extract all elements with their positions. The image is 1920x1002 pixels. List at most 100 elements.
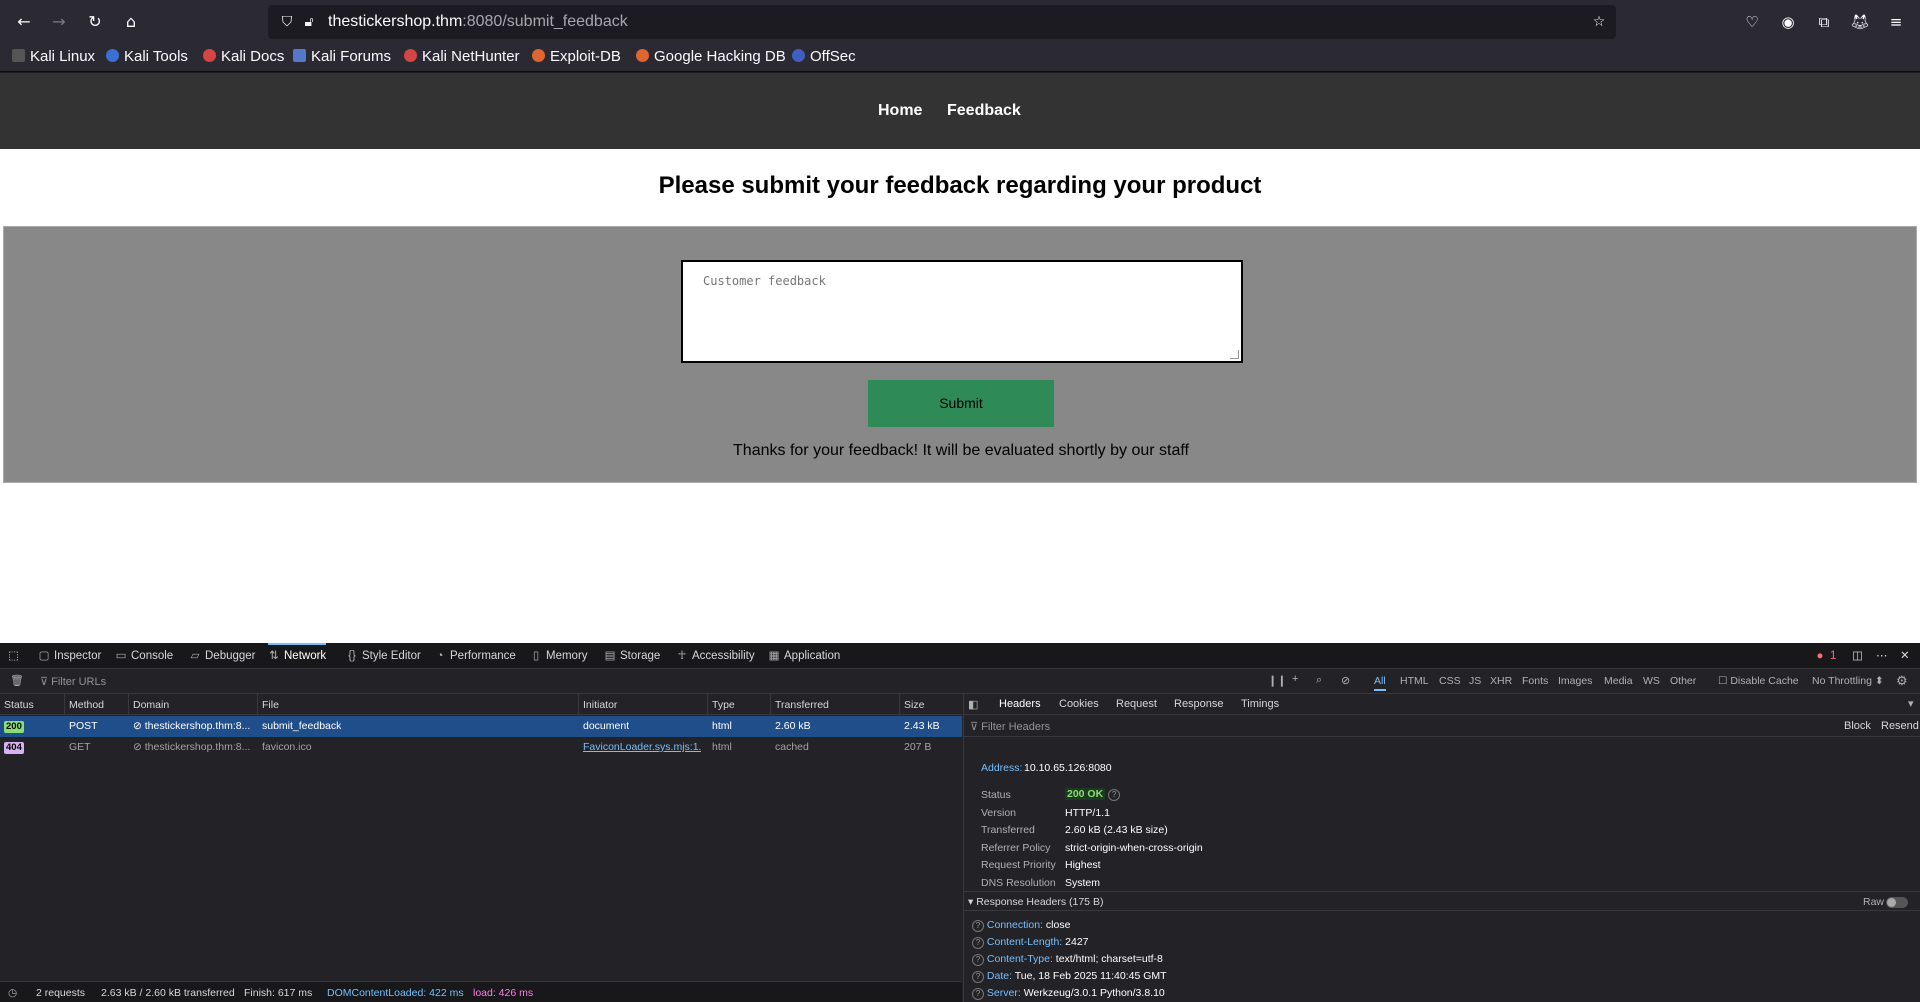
tab-headers[interactable]: Headers (999, 698, 1041, 710)
tab-cookies[interactable]: Cookies (1059, 698, 1099, 710)
col-initiator[interactable]: Initiator (583, 699, 617, 711)
help-icon[interactable]: ? (1108, 789, 1121, 801)
filter-xhr[interactable]: XHR (1490, 675, 1512, 687)
tab-performance[interactable]: ◔ Performance (434, 643, 516, 669)
star-icon[interactable]: ☆ (1590, 13, 1608, 31)
col-size[interactable]: Size (904, 699, 924, 711)
filter-other[interactable]: Other (1670, 675, 1696, 687)
filter-css[interactable]: CSS (1439, 675, 1461, 687)
disable-cache-checkbox[interactable]: ☐ Disable Cache (1718, 675, 1799, 687)
pick-element-icon[interactable]: ⬚ (8, 643, 19, 669)
back-button[interactable]: ← (12, 10, 36, 34)
submit-button[interactable]: Submit (868, 380, 1054, 427)
filter-headers-input[interactable]: ⊽ Filter Headers Block Resend (964, 715, 1920, 737)
tab-response[interactable]: Response (1174, 698, 1224, 710)
pocket-icon[interactable]: ♡ (1740, 10, 1764, 34)
bookmark-exploit-db[interactable]: Exploit-DB (532, 48, 621, 65)
forward-button[interactable]: → (47, 10, 71, 34)
table-row[interactable]: 404 GET ⊘ thestickershop.thm:8... favico… (0, 737, 962, 758)
filter-all[interactable]: All (1374, 675, 1386, 691)
response-headers-section[interactable]: ▾ Response Headers (175 B) Raw (964, 891, 1920, 911)
filter-html[interactable]: HTML (1400, 675, 1429, 687)
block-button[interactable]: Block (1844, 720, 1871, 732)
col-divider (578, 694, 579, 715)
filter-js[interactable]: JS (1469, 675, 1481, 687)
reload-button[interactable]: ↻ (83, 10, 107, 34)
pause-icon[interactable]: ❙❙ (1268, 674, 1286, 687)
summary-dcl: DOMContentLoaded: 422 ms (327, 987, 464, 999)
block-icon[interactable]: ⊘ (1341, 674, 1350, 687)
bookmark-kali-tools[interactable]: Kali Tools (106, 48, 188, 65)
tab-style-editor[interactable]: {} Style Editor (346, 643, 421, 669)
table-row[interactable]: 200 POST ⊘ thestickershop.thm:8... submi… (0, 716, 962, 737)
nav-feedback-link[interactable]: Feedback (947, 102, 1021, 120)
bookmark-kali-linux[interactable]: Kali Linux (12, 48, 95, 65)
cell-initiator-link[interactable]: FaviconLoader.sys.mjs:1... (583, 741, 701, 753)
performance-analysis-icon[interactable]: ◷ (8, 987, 17, 999)
more-options-icon[interactable]: ⋯ (1876, 643, 1888, 669)
search-icon[interactable]: ⌕ (1316, 674, 1322, 687)
col-domain[interactable]: Domain (133, 699, 169, 711)
col-file[interactable]: File (262, 699, 279, 711)
help-icon[interactable]: ? (972, 920, 984, 932)
filter-images[interactable]: Images (1558, 675, 1592, 687)
bookmark-kali-nethunter[interactable]: Kali NetHunter (404, 48, 520, 65)
home-button[interactable]: ⌂ (119, 10, 143, 34)
tab-application[interactable]: ▦ Application (768, 643, 841, 669)
menu-icon[interactable]: ≡ (1884, 10, 1908, 34)
toggle-sidebar-icon[interactable]: ◧ (968, 698, 978, 711)
general-key: Referrer Policy (981, 842, 1051, 854)
help-icon[interactable]: ? (972, 954, 984, 966)
cell-size: 2.43 kB (904, 720, 940, 732)
throttling-select[interactable]: No Throttling ⬍ (1812, 675, 1884, 687)
tab-console[interactable]: ▭ Console (115, 643, 174, 669)
url-text[interactable]: thestickershop.thm:8080/submit_feedback (328, 13, 628, 31)
tab-timings[interactable]: Timings (1241, 698, 1279, 710)
extensions-icon[interactable]: ⧉ (1812, 10, 1836, 34)
extension-fox-icon[interactable]: 🦊︎ (1848, 10, 1872, 34)
tab-accessibility[interactable]: ☥ Accessibility (676, 643, 755, 669)
col-status[interactable]: Status (4, 699, 34, 711)
bookmark-kali-docs[interactable]: Kali Docs (203, 48, 284, 65)
tab-network[interactable]: ⇅ Network (268, 643, 327, 669)
bookmark-offsec[interactable]: OffSec (792, 48, 856, 65)
raw-toggle[interactable] (1886, 897, 1908, 908)
tab-request[interactable]: Request (1116, 698, 1157, 710)
account-icon[interactable]: ◉ (1776, 10, 1800, 34)
request-details-panel: ◧ Headers Cookies Request Response Timin… (963, 694, 1920, 1002)
tab-storage[interactable]: ▤ Storage (604, 643, 661, 669)
filter-urls-input[interactable]: ⊽ Filter URLs (40, 675, 106, 688)
network-toolbar: 🗑︎ ⊽ Filter URLs ❙❙ + ⌕ ⊘ All HTML CSS J… (0, 669, 1920, 694)
filter-fonts[interactable]: Fonts (1522, 675, 1548, 687)
tab-debugger[interactable]: ▱ Debugger (189, 643, 256, 669)
settings-gear-icon[interactable]: ⚙ (1896, 673, 1908, 689)
help-icon[interactable]: ? (972, 971, 984, 983)
tab-memory[interactable]: ▯ Memory (530, 643, 588, 669)
nav-home-link[interactable]: Home (878, 102, 922, 120)
bookmark-kali-forums[interactable]: Kali Forums (293, 48, 391, 65)
bookmark-google-hacking-db[interactable]: Google Hacking DB (636, 48, 786, 65)
error-icon: ● (1816, 650, 1824, 662)
error-count-badge[interactable]: ● 1 (1814, 643, 1837, 669)
filter-ws[interactable]: WS (1643, 675, 1660, 687)
feedback-textarea[interactable]: Customer feedback (681, 260, 1243, 363)
overflow-icon[interactable]: ▾ (1908, 697, 1914, 710)
resend-button[interactable]: Resend (1881, 720, 1919, 732)
help-icon[interactable]: ? (972, 988, 984, 1000)
col-type[interactable]: Type (712, 699, 735, 711)
col-method[interactable]: Method (69, 699, 104, 711)
help-icon[interactable]: ? (972, 937, 984, 949)
web-page: Home Feedback Please submit your feedbac… (0, 73, 1920, 643)
close-devtools-icon[interactable]: ✕ (1900, 643, 1910, 669)
col-transferred[interactable]: Transferred (775, 699, 829, 711)
dock-icon[interactable]: ◫ (1852, 643, 1863, 669)
resize-grip[interactable] (1230, 350, 1239, 359)
status-value: 200 OK ? (1065, 788, 1121, 801)
plus-icon[interactable]: + (1292, 673, 1298, 685)
shield-icon[interactable]: ⛉ (278, 13, 296, 31)
lock-icon[interactable]: 🔓︎ (300, 13, 318, 31)
filter-media[interactable]: Media (1604, 675, 1633, 687)
url-bar[interactable]: ⛉ 🔓︎ thestickershop.thm:8080/submit_feed… (268, 5, 1616, 39)
trash-icon[interactable]: 🗑︎ (10, 674, 24, 687)
tab-inspector[interactable]: ▢ Inspector (38, 643, 102, 669)
